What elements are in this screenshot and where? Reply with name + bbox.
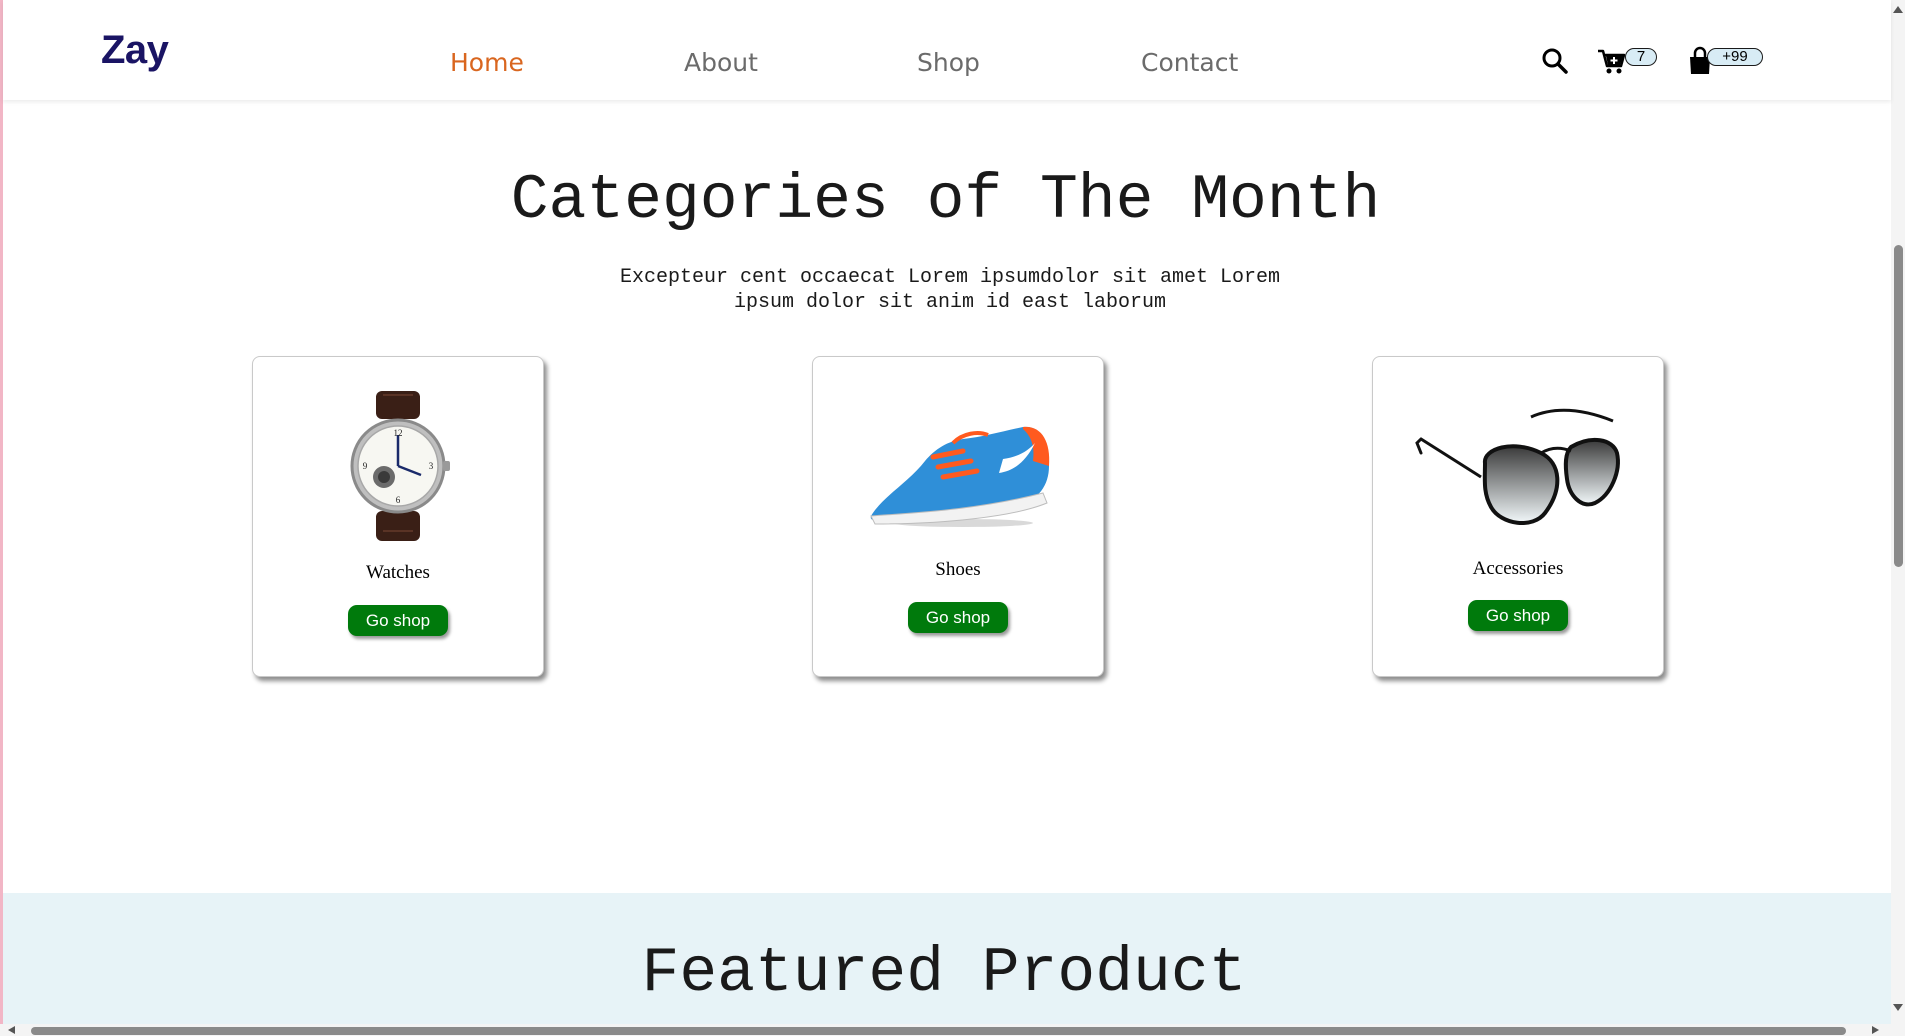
nav-about[interactable]: About	[684, 48, 758, 77]
site-header: Zay Home About Shop Contact	[3, 0, 1891, 100]
categories-title: Categories of The Month	[510, 165, 1381, 236]
category-label-shoes: Shoes	[935, 559, 981, 580]
horizontal-scroll-thumb[interactable]	[31, 1027, 1846, 1035]
nav-contact[interactable]: Contact	[1141, 48, 1238, 77]
categories-description-line2: ipsum dolor sit anim id east laborum	[733, 291, 1167, 314]
scroll-up-arrow-icon[interactable]	[1893, 6, 1903, 13]
watch-image: 12 3 6 9	[253, 391, 543, 541]
scroll-down-arrow-icon[interactable]	[1893, 1004, 1903, 1011]
category-card-watches: 12 3 6 9 Watches Go shop	[252, 356, 544, 677]
go-shop-button-accessories[interactable]: Go shop	[1468, 600, 1568, 631]
bag-count-badge: +99	[1707, 48, 1763, 66]
brand-logo[interactable]: Zay	[101, 28, 169, 73]
search-icon[interactable]	[1540, 46, 1570, 80]
cart-plus-icon[interactable]	[1596, 46, 1628, 80]
page-left-edge	[0, 0, 3, 1036]
svg-text:12: 12	[394, 428, 403, 438]
go-shop-button-shoes[interactable]: Go shop	[908, 602, 1008, 633]
categories-description-line1: Excepteur cent occaecat Lorem ipsumdolor…	[619, 266, 1281, 289]
category-card-shoes: Shoes Go shop	[812, 356, 1104, 677]
category-card-accessories: Accessories Go shop	[1372, 356, 1664, 677]
scroll-left-arrow-icon[interactable]	[8, 1026, 15, 1034]
svg-text:9: 9	[363, 461, 368, 471]
nav-shop[interactable]: Shop	[917, 48, 980, 77]
category-label-accessories: Accessories	[1472, 558, 1564, 579]
svg-text:3: 3	[429, 461, 434, 471]
category-label-watches: Watches	[366, 562, 430, 583]
nav-home[interactable]: Home	[450, 48, 524, 77]
featured-title: Featured Product	[641, 938, 1247, 1009]
sunglasses-image	[1373, 391, 1663, 541]
vertical-scroll-thumb[interactable]	[1894, 245, 1903, 567]
sneaker-image	[813, 391, 1103, 541]
horizontal-scrollbar[interactable]	[0, 1024, 1891, 1036]
cart-count-badge: 7	[1625, 48, 1657, 66]
go-shop-button-watches[interactable]: Go shop	[348, 605, 448, 636]
scroll-right-arrow-icon[interactable]	[1872, 1026, 1879, 1034]
categories-description: Excepteur cent occaecat Lorem ipsumdolor…	[580, 265, 1320, 315]
svg-text:6: 6	[396, 495, 401, 505]
vertical-scrollbar[interactable]	[1891, 0, 1905, 1036]
